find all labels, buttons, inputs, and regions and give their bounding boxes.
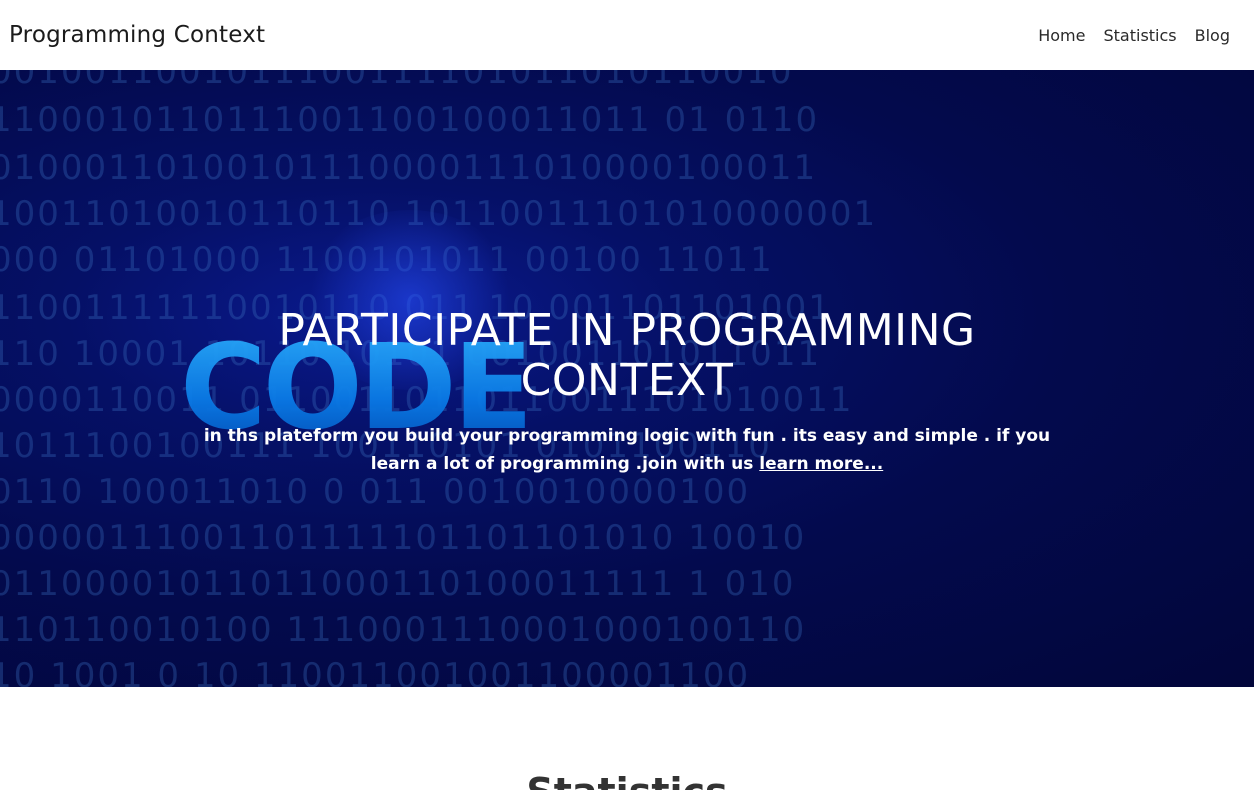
binary-row: 0110 100011010 0 011 0010010000100 — [0, 472, 751, 512]
binary-row: 00000111001101111101101101010 10010 — [0, 518, 807, 558]
nav-link-home[interactable]: Home — [1038, 26, 1085, 45]
binary-row: 110110010100 1110001110001000100110 — [0, 610, 807, 650]
brand-logo-link[interactable]: Programming Context — [9, 22, 265, 48]
hero-title: PARTICIPATE IN PROGRAMMING CONTEXT — [278, 305, 976, 406]
hero-subtitle-text: in ths plateform you build your programm… — [203, 426, 1051, 474]
binary-row: 01100001011011000110100011111 1 010 — [0, 564, 796, 604]
nav-link-blog[interactable]: Blog — [1195, 26, 1230, 45]
binary-row: 01000110100101110000111010000100011 — [0, 148, 818, 188]
hero-subtitle: in ths plateform you build your programm… — [177, 422, 1077, 478]
hero-banner: 0010011001011100111101011010110010 11000… — [0, 70, 1254, 687]
nav-link-statistics[interactable]: Statistics — [1103, 26, 1176, 45]
section-title: Statistics — [0, 770, 1254, 790]
binary-row: 0010011001011100111101011010110010 — [0, 70, 794, 92]
learn-more-link[interactable]: learn more... — [759, 454, 883, 474]
navbar: Programming Context Home Statistics Blog — [0, 0, 1254, 70]
hero-content: PARTICIPATE IN PROGRAMMING CONTEXT in th… — [0, 306, 1254, 478]
nav-links: Home Statistics Blog — [1038, 26, 1230, 45]
binary-row: 1100010110111001100100011011 01 0110 — [0, 100, 820, 140]
binary-row: 10 1001 0 10 110011001001100001100 — [0, 656, 751, 687]
